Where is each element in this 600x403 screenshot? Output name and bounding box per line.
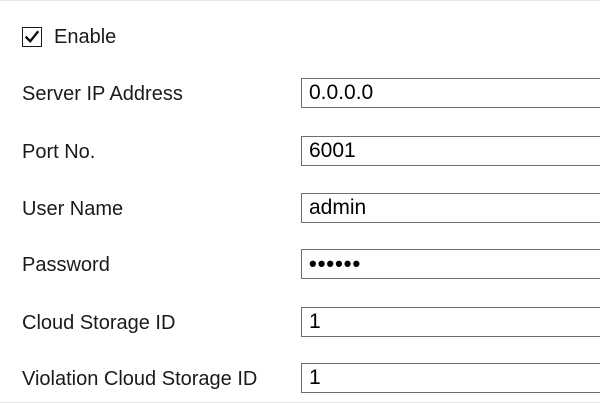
violation-cloud-storage-id-label: Violation Cloud Storage ID [22,368,258,390]
enable-row: Enable [22,24,116,50]
enable-label: Enable [54,25,117,48]
port-row: Port No. [22,136,600,168]
user-name-row: User Name [22,193,600,225]
password-label: Password [22,254,110,276]
cloud-storage-settings-panel: Enable Server IP Address Port No. User N… [0,0,600,403]
violation-cloud-storage-id-row: Violation Cloud Storage ID [22,363,600,395]
user-name-input[interactable] [301,193,600,223]
server-ip-label: Server IP Address [22,83,183,105]
cloud-storage-id-label: Cloud Storage ID [22,312,176,334]
cloud-storage-id-input[interactable] [301,307,600,337]
port-input[interactable] [301,136,600,166]
password-row: Password [22,249,600,281]
violation-cloud-storage-id-input[interactable] [301,363,600,393]
server-ip-row: Server IP Address [22,78,600,110]
enable-checkbox[interactable] [22,27,42,47]
cloud-storage-id-row: Cloud Storage ID [22,307,600,339]
user-name-label: User Name [22,198,124,220]
checkmark-icon [24,30,40,43]
password-input[interactable] [301,249,600,279]
server-ip-input[interactable] [301,78,600,108]
port-label: Port No. [22,141,96,163]
